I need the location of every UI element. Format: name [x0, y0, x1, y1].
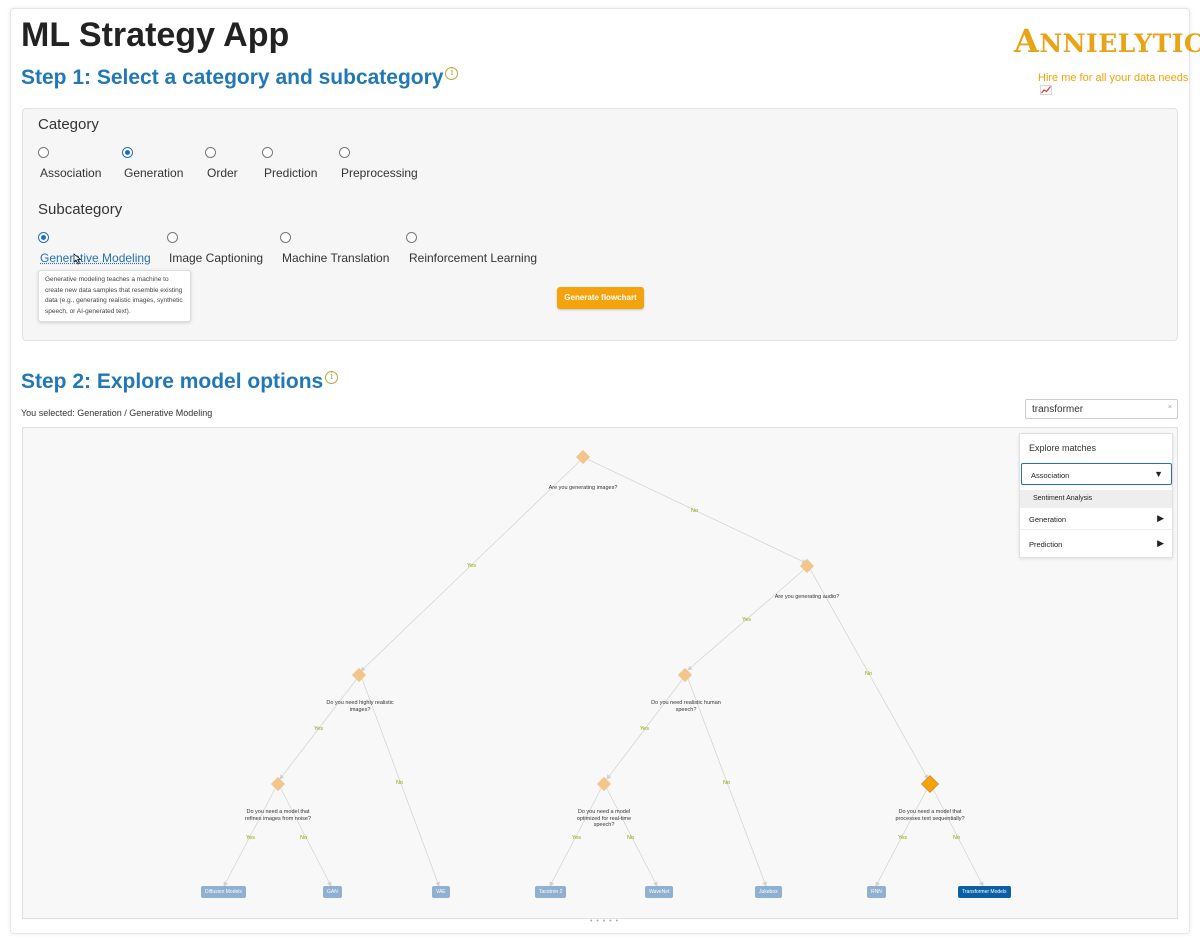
category-label: Category [38, 116, 99, 133]
match-group-label: Prediction [1029, 540, 1063, 549]
step1-heading: Step 1: Select a category and subcategor… [21, 66, 459, 90]
info-icon[interactable]: i [445, 67, 459, 80]
decision-node-q6 [596, 776, 612, 792]
decision-node-q1 [575, 449, 591, 465]
question-q2: Are you generating audio? [774, 594, 840, 600]
radio-label-image-captioning[interactable]: Image Captioning [169, 251, 263, 265]
radio-label-generation[interactable]: Generation [124, 166, 183, 180]
edge-label-no: No [953, 835, 961, 841]
leaf-jukebox[interactable]: Jukebox [755, 886, 782, 898]
flowchart-canvas[interactable]: Are you generating images? Are you gener… [22, 427, 1178, 919]
radio-label-association[interactable]: Association [40, 166, 101, 180]
explore-matches-panel: Explore matches Association ▼ Sentiment … [1019, 433, 1173, 558]
chevron-down-icon: ▼ [1154, 469, 1163, 479]
match-group-prediction[interactable]: Prediction ▶ [1020, 533, 1172, 555]
resize-handle[interactable]: • • • • • [590, 918, 619, 925]
model-search-input[interactable]: transformer × [1025, 399, 1178, 419]
decision-node-q5 [270, 776, 286, 792]
match-group-label: Association [1031, 471, 1070, 480]
decision-node-q3 [351, 667, 367, 683]
edge-label-yes: Yes [572, 835, 581, 841]
step2-heading-text: Step 2: Explore model options [21, 370, 324, 393]
chevron-right-icon: ▶ [1157, 513, 1164, 523]
question-q6: Do you need a model optimized for real-t… [576, 809, 632, 828]
hire-link[interactable]: Hire me for all your data needs [1038, 72, 1200, 97]
flowchart-edges [223, 449, 984, 887]
decision-node-q4 [677, 667, 693, 683]
leaf-rnn[interactable]: RNN [867, 886, 886, 898]
radio-generation[interactable] [122, 147, 133, 158]
chart-trend-icon [1040, 85, 1052, 95]
leaf-transformer-models[interactable]: Transformer Models [958, 886, 1011, 898]
edge-label-yes: Yes [640, 726, 649, 732]
edge-label-yes: Yes [898, 835, 907, 841]
match-group-generation[interactable]: Generation ▶ [1020, 508, 1172, 530]
app-title: ML Strategy App [21, 16, 290, 54]
edge-label-yes: Yes [314, 726, 323, 732]
edge-label-yes: Yes [467, 563, 476, 569]
edge-label-no: No [396, 780, 404, 786]
question-q4: Do you need realistic human speech? [651, 700, 721, 713]
leaf-tacotron-2[interactable]: Tacotron 2 [535, 886, 567, 898]
explore-matches-title: Explore matches [1029, 443, 1097, 453]
radio-machine-translation[interactable] [280, 232, 291, 243]
match-group-label: Generation [1029, 515, 1067, 524]
edge-label-yes: Yes [742, 617, 751, 623]
info-icon[interactable]: i [325, 371, 339, 384]
radio-label-prediction[interactable]: Prediction [264, 166, 317, 180]
logo-rest: NNIELYTICS [1039, 29, 1200, 58]
question-q1: Are you generating images? [548, 485, 618, 491]
leaf-vae[interactable]: VAE [432, 886, 450, 898]
step2-heading: Step 2: Explore model options i [21, 370, 339, 394]
match-item-sentiment-analysis[interactable]: Sentiment Analysis [1020, 490, 1172, 508]
selection-summary: You selected: Generation / Generative Mo… [21, 408, 213, 418]
leaf-diffusion-models[interactable]: Diffusion Models [201, 886, 246, 898]
radio-association[interactable] [38, 147, 49, 158]
hire-link-text: Hire me for all your data needs [1038, 72, 1189, 84]
edge-label-no: No [300, 835, 308, 841]
generate-flowchart-button[interactable]: Generate flowchart [557, 287, 644, 309]
match-group-association[interactable]: Association ▼ [1021, 463, 1172, 485]
logo-initial: A [1014, 22, 1040, 60]
search-value: transformer [1032, 404, 1084, 415]
edge-label-no: No [723, 780, 731, 786]
chevron-right-icon: ▶ [1157, 538, 1164, 548]
radio-prediction[interactable] [262, 147, 273, 158]
edge-label-no: No [865, 671, 873, 677]
subcategory-label: Subcategory [38, 201, 123, 218]
question-q5: Do you need a model that refines images … [244, 809, 312, 822]
clear-search-icon[interactable]: × [1168, 404, 1172, 411]
step1-heading-text: Step 1: Select a category and subcategor… [21, 66, 444, 89]
radio-order[interactable] [205, 147, 216, 158]
radio-label-reinforcement-learning[interactable]: Reinforcement Learning [409, 251, 537, 265]
edge-label-no: No [691, 508, 699, 514]
decision-node-q7 [921, 775, 939, 793]
radio-reinforcement-learning[interactable] [406, 232, 417, 243]
radio-label-machine-translation[interactable]: Machine Translation [282, 251, 389, 265]
subcategory-tooltip: Generative modeling teaches a machine to… [38, 270, 191, 322]
radio-label-order[interactable]: Order [207, 166, 238, 180]
edge-label-no: No [627, 835, 635, 841]
radio-image-captioning[interactable] [167, 232, 178, 243]
radio-label-generative-modeling[interactable]: Generative Modeling [40, 251, 151, 265]
edge-label-yes: Yes [246, 835, 255, 841]
radio-preprocessing[interactable] [339, 147, 350, 158]
mouse-cursor-icon [73, 253, 82, 265]
question-q7: Do you need a model that processes text … [895, 809, 965, 822]
leaf-wavenet[interactable]: WaveNet [645, 886, 674, 898]
question-q3: Do you need highly realistic images? [326, 700, 394, 713]
annielytics-logo[interactable]: ANNIELYTICS [1014, 22, 1200, 60]
leaf-gan[interactable]: GAN [323, 886, 342, 898]
radio-generative-modeling[interactable] [38, 232, 49, 243]
radio-label-preprocessing[interactable]: Preprocessing [341, 166, 418, 180]
